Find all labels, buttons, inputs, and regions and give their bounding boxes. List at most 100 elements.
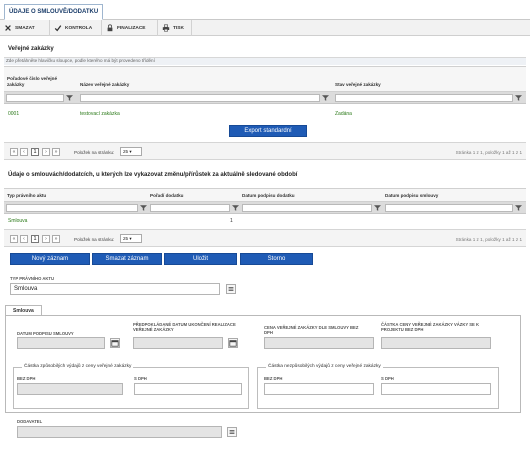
- filter-icon[interactable]: [515, 204, 522, 212]
- zpusobile-legend: Částka způsobilých výdajů z ceny veřejné…: [22, 364, 134, 369]
- prev-page-button[interactable]: ‹: [20, 148, 28, 156]
- cancel-button[interactable]: Storno: [240, 253, 313, 265]
- castka-label: ČÁSTKA CENY VEŘEJNÉ ZAKÁZKY VÁZKY SE K P…: [381, 322, 480, 332]
- calendar-icon: [111, 340, 119, 347]
- list-picker-button[interactable]: [226, 284, 236, 294]
- table-row[interactable]: 0001 testovací zakázka Zadána: [4, 108, 526, 120]
- first-page-button[interactable]: «: [10, 235, 18, 243]
- tisk-button[interactable]: TISK: [158, 20, 192, 36]
- filter-input-nazev[interactable]: [80, 94, 320, 102]
- per-page-select[interactable]: 25 ▾: [120, 147, 142, 156]
- first-page-button[interactable]: «: [10, 148, 18, 156]
- filter-input-cislo[interactable]: [6, 94, 64, 102]
- delete-button[interactable]: SMAZAT: [0, 20, 50, 36]
- nezpusobile-s-dph-label: S DPH: [381, 376, 394, 381]
- tab-udaje-o-smlouve[interactable]: ÚDAJE O SMLOUVĚ/DODATKU: [4, 4, 104, 20]
- pager-info: Stránka 1 z 1, položky 1 až 1 z 1: [455, 150, 522, 155]
- finalizace-button[interactable]: FINALIZACE: [102, 20, 158, 36]
- per-page-select[interactable]: 25 ▾: [120, 234, 142, 243]
- column-header-typ[interactable]: Typ právního aktu: [7, 193, 46, 199]
- prev-page-button[interactable]: ‹: [20, 235, 28, 243]
- kontrola-label: KONTROLA: [65, 25, 93, 31]
- list-icon: [228, 287, 234, 291]
- filter-icon[interactable]: [66, 94, 73, 102]
- per-page-value: 25: [123, 236, 129, 241]
- pager-info: Stránka 1 z 1, položky 1 až 1 z 1: [455, 237, 522, 242]
- kontrola-button[interactable]: KONTROLA: [50, 20, 102, 36]
- per-page-value: 25: [123, 149, 129, 154]
- list-icon: [229, 430, 235, 434]
- filter-icon[interactable]: [232, 204, 239, 212]
- last-page-button[interactable]: »: [52, 235, 60, 243]
- cell-cislo[interactable]: 0001: [8, 111, 19, 117]
- dodavatel-label: DODAVATEL: [17, 419, 43, 424]
- new-record-button[interactable]: Nový záznam: [10, 253, 90, 265]
- zakazky-filter-row: [4, 92, 526, 104]
- zpusobile-bez-dph-field[interactable]: [17, 383, 123, 395]
- datum-podpisu-field[interactable]: [17, 337, 105, 349]
- tisk-label: TISK: [173, 25, 184, 31]
- datum-podpisu-label: DATUM PODPISU SMLOUVY: [17, 331, 74, 336]
- calendar-icon: [229, 340, 237, 347]
- smlouvy-title: Údaje o smlouvách/dodatcích, u kterých l…: [8, 172, 298, 178]
- calendar-button[interactable]: [110, 338, 120, 348]
- printer-icon: [162, 24, 170, 32]
- finalizace-label: FINALIZACE: [117, 25, 146, 31]
- calendar-button[interactable]: [228, 338, 238, 348]
- nezpusobile-bez-dph-field[interactable]: [264, 383, 374, 395]
- typ-aktu-label: TYP PRÁVNÍHO AKTU: [10, 276, 54, 281]
- cena-label: CENA VEŘEJNÉ ZAKÁZKY DLE SMLOUVY BEZ DPH: [264, 325, 359, 335]
- nezpusobile-legend: Částka nezpůsobilých výdajů z ceny veřej…: [266, 364, 383, 369]
- filter-input-stav[interactable]: [335, 94, 513, 102]
- cell-poradi[interactable]: 1: [230, 218, 233, 224]
- filter-input-datum-dodatku[interactable]: [242, 204, 372, 212]
- filter-icon[interactable]: [322, 94, 329, 102]
- filter-icon[interactable]: [140, 204, 147, 212]
- delete-record-button[interactable]: Smazat záznam: [92, 253, 162, 265]
- current-page[interactable]: 1: [31, 148, 39, 156]
- column-header-cislo[interactable]: Pořadové číslo veřejné zakázky: [7, 76, 75, 88]
- predpokladane-datum-field[interactable]: [133, 337, 223, 349]
- delete-label: SMAZAT: [15, 25, 35, 31]
- next-page-button[interactable]: ›: [42, 148, 50, 156]
- next-page-button[interactable]: ›: [42, 235, 50, 243]
- column-header-nazev[interactable]: Název veřejné zakázky: [80, 82, 129, 88]
- zakazky-header: Pořadové číslo veřejné zakázky Název veř…: [4, 66, 526, 92]
- per-page-label: Položek na stránku:: [74, 237, 115, 242]
- close-icon: [5, 25, 11, 31]
- filter-input-datum-smlouvy[interactable]: [385, 204, 513, 212]
- nezpusobile-s-dph-field[interactable]: [381, 383, 491, 395]
- cell-stav[interactable]: Zadána: [335, 111, 352, 117]
- list-picker-button[interactable]: [227, 427, 237, 437]
- check-icon: [54, 25, 62, 32]
- castka-field[interactable]: [381, 337, 491, 349]
- filter-input-typ[interactable]: [6, 204, 138, 212]
- smlouvy-pager: « ‹ 1 › » Položek na stránku: 25 ▾ Strán…: [4, 229, 526, 247]
- cell-typ[interactable]: Smlouva: [8, 218, 27, 224]
- export-button[interactable]: Export standardní: [229, 125, 307, 137]
- save-button[interactable]: Uložit: [164, 253, 237, 265]
- lock-icon: [107, 24, 113, 32]
- filter-input-poradi[interactable]: [150, 204, 230, 212]
- per-page-label: Položek na stránku:: [74, 150, 115, 155]
- column-header-poradi[interactable]: Pořadí dodatku: [150, 193, 183, 199]
- chevron-down-icon: ▾: [129, 236, 132, 241]
- cell-nazev[interactable]: testovací zakázka: [80, 111, 120, 117]
- typ-aktu-field[interactable]: Smlouva: [10, 283, 220, 295]
- table-row[interactable]: Smlouva 1: [4, 216, 526, 227]
- column-header-datum-dodatku[interactable]: Datum podpisu dodatku: [242, 193, 295, 199]
- dodavatel-field[interactable]: [17, 426, 222, 438]
- last-page-button[interactable]: »: [52, 148, 60, 156]
- zakazky-pager: « ‹ 1 › » Položek na stránku: 25 ▾ Strán…: [4, 142, 526, 160]
- cena-field[interactable]: [264, 337, 374, 349]
- current-page[interactable]: 1: [31, 235, 39, 243]
- column-header-stav[interactable]: Stav veřejné zakázky: [335, 82, 381, 88]
- zpusobile-bez-dph-label: BEZ DPH: [17, 376, 36, 381]
- column-header-datum-smlouvy[interactable]: Datum podpisu smlouvy: [385, 193, 438, 199]
- zpusobile-s-dph-field[interactable]: [134, 383, 242, 395]
- filter-icon[interactable]: [515, 94, 522, 102]
- smlouvy-header: Typ právního aktu Pořadí dodatku Datum p…: [4, 188, 526, 202]
- zakazky-title: Veřejné zakázky: [8, 46, 54, 52]
- predpokladane-datum-label: PŘEDPOKLÁDANÉ DATUM UKONČENÍ REALIZACE V…: [133, 322, 236, 332]
- filter-icon[interactable]: [374, 204, 381, 212]
